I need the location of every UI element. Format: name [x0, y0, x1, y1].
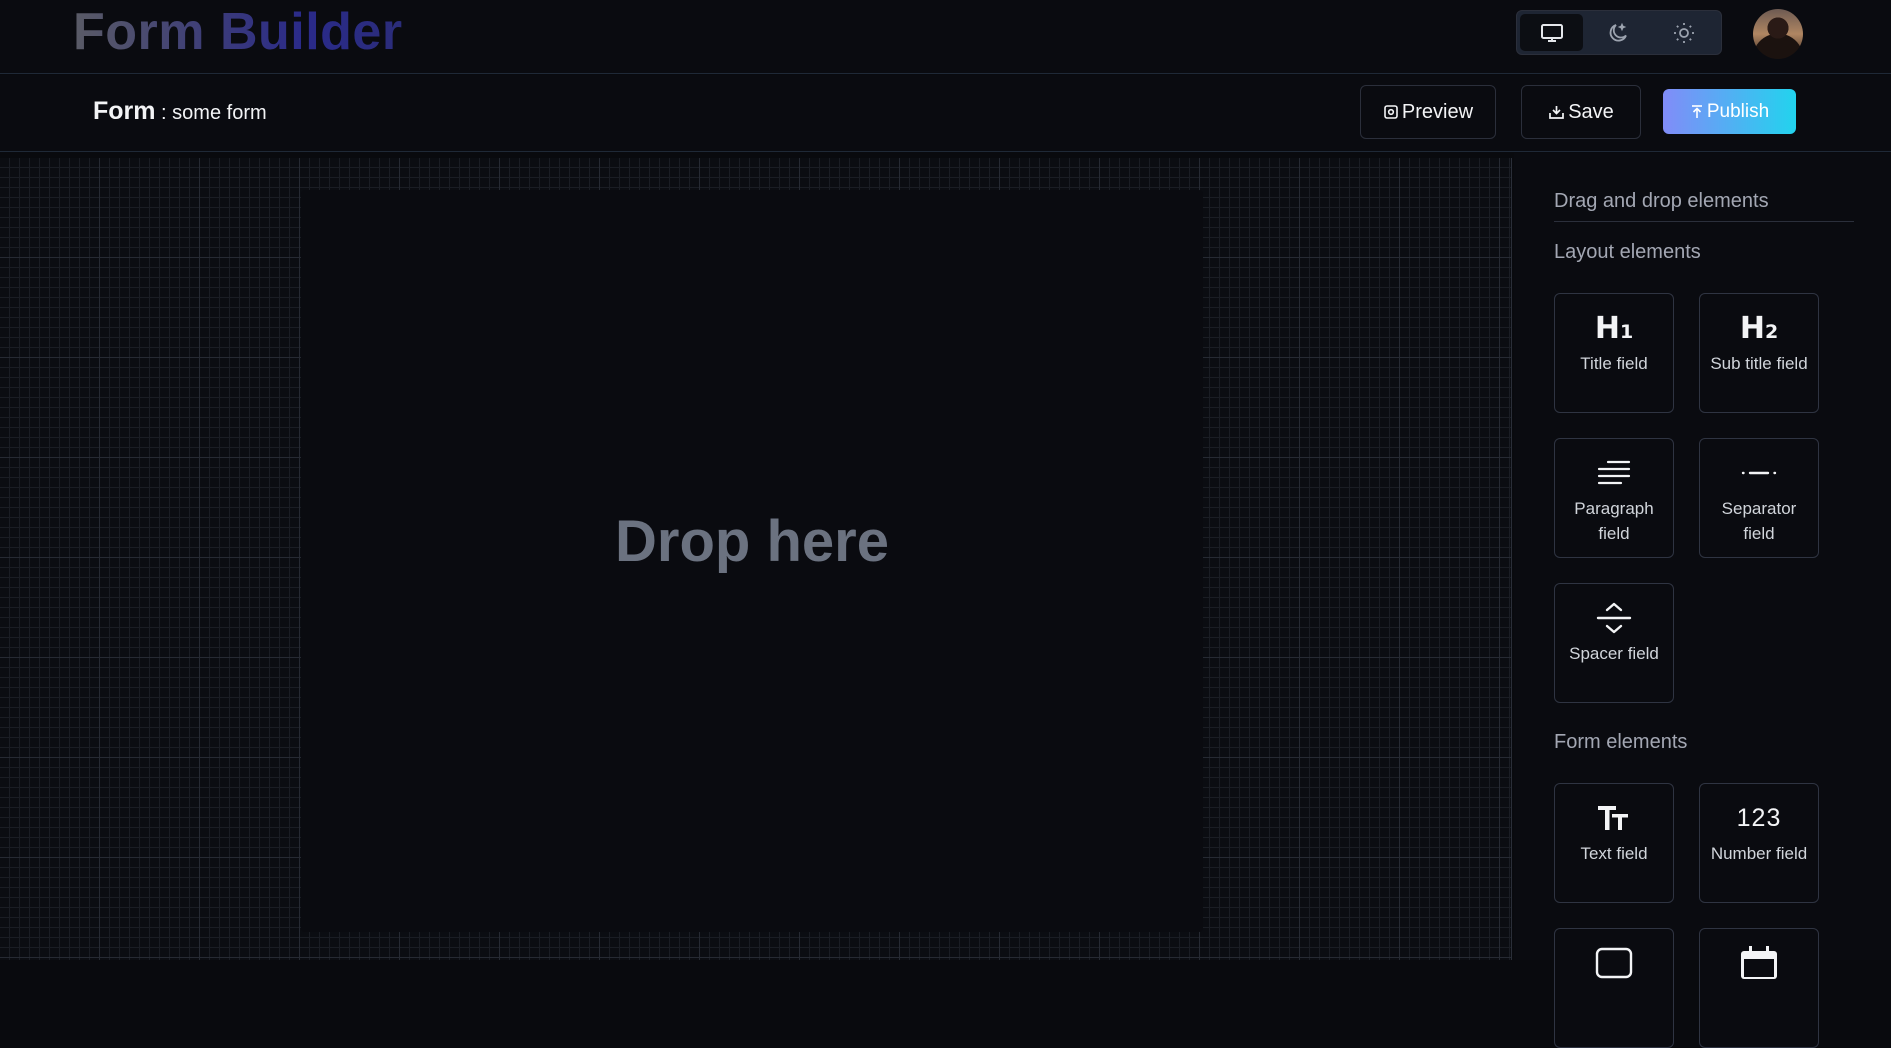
top-navbar: Form Builder [0, 0, 1891, 74]
spacer-icon [1596, 598, 1632, 638]
preview-icon [1383, 104, 1399, 120]
theme-system-button[interactable] [1520, 14, 1583, 51]
spacer-field-card[interactable]: Spacer field [1554, 583, 1674, 703]
theme-switcher [1516, 10, 1722, 55]
calendar-icon [1739, 943, 1779, 983]
form-title: Form : some form [93, 97, 267, 126]
card-label: Text field [1580, 844, 1648, 863]
form-title-label: Form [93, 97, 156, 125]
publish-label: Publish [1706, 100, 1770, 122]
card-label: Separator field [1721, 499, 1797, 543]
preview-label: Preview [1401, 100, 1474, 123]
subtitle-field-card[interactable]: H2 Sub title field [1699, 293, 1819, 413]
drop-zone[interactable]: Drop here [301, 190, 1203, 932]
card-label: Paragraph field [1574, 499, 1654, 543]
form-name: some form [172, 102, 267, 124]
layout-elements-heading: Layout elements [1554, 241, 1701, 263]
h2-icon: H2 [1739, 310, 1779, 346]
card-label: Number field [1710, 844, 1808, 863]
number-field-card[interactable]: 123 Number field [1699, 783, 1819, 903]
sun-icon [1673, 22, 1694, 43]
publish-button[interactable]: Publish [1663, 89, 1796, 134]
designer-canvas: Drop here [0, 158, 1512, 960]
theme-dark-button[interactable] [1586, 14, 1649, 51]
monitor-icon [1540, 23, 1563, 42]
form-elements-heading: Form elements [1554, 731, 1688, 753]
save-button[interactable]: Save [1521, 85, 1641, 139]
card-label: Title field [1580, 354, 1648, 373]
moon-icon [1609, 22, 1627, 41]
card-label: Sub title field [1710, 354, 1808, 373]
elements-sidebar: Drag and drop elements Layout elements H… [1514, 153, 1891, 1048]
number-icon: 123 [1736, 803, 1782, 832]
save-label: Save [1568, 100, 1614, 123]
text-field-card[interactable]: Text field [1554, 783, 1674, 903]
separator-icon [1741, 453, 1777, 493]
sidebar-heading: Drag and drop elements [1554, 190, 1854, 222]
h1-icon: H1 [1594, 310, 1634, 346]
textarea-icon [1594, 943, 1634, 983]
card-label: Spacer field [1569, 644, 1659, 663]
separator-field-card[interactable]: Separator field [1699, 438, 1819, 558]
theme-light-button[interactable] [1652, 14, 1715, 51]
brand-logo[interactable]: Form Builder [73, 2, 403, 62]
save-icon [1548, 104, 1565, 121]
text-icon [1596, 798, 1632, 838]
drop-here-text: Drop here [615, 508, 889, 574]
date-field-card[interactable] [1699, 928, 1819, 1048]
publish-icon [1690, 104, 1704, 120]
title-field-card[interactable]: H1 Title field [1554, 293, 1674, 413]
textarea-field-card[interactable] [1554, 928, 1674, 1048]
form-header: Form : some form Preview Save Publish [0, 75, 1891, 152]
paragraph-field-card[interactable]: Paragraph field [1554, 438, 1674, 558]
paragraph-icon [1597, 453, 1631, 493]
user-avatar[interactable] [1753, 9, 1803, 59]
preview-button[interactable]: Preview [1360, 85, 1496, 139]
form-title-separator: : [155, 102, 173, 124]
